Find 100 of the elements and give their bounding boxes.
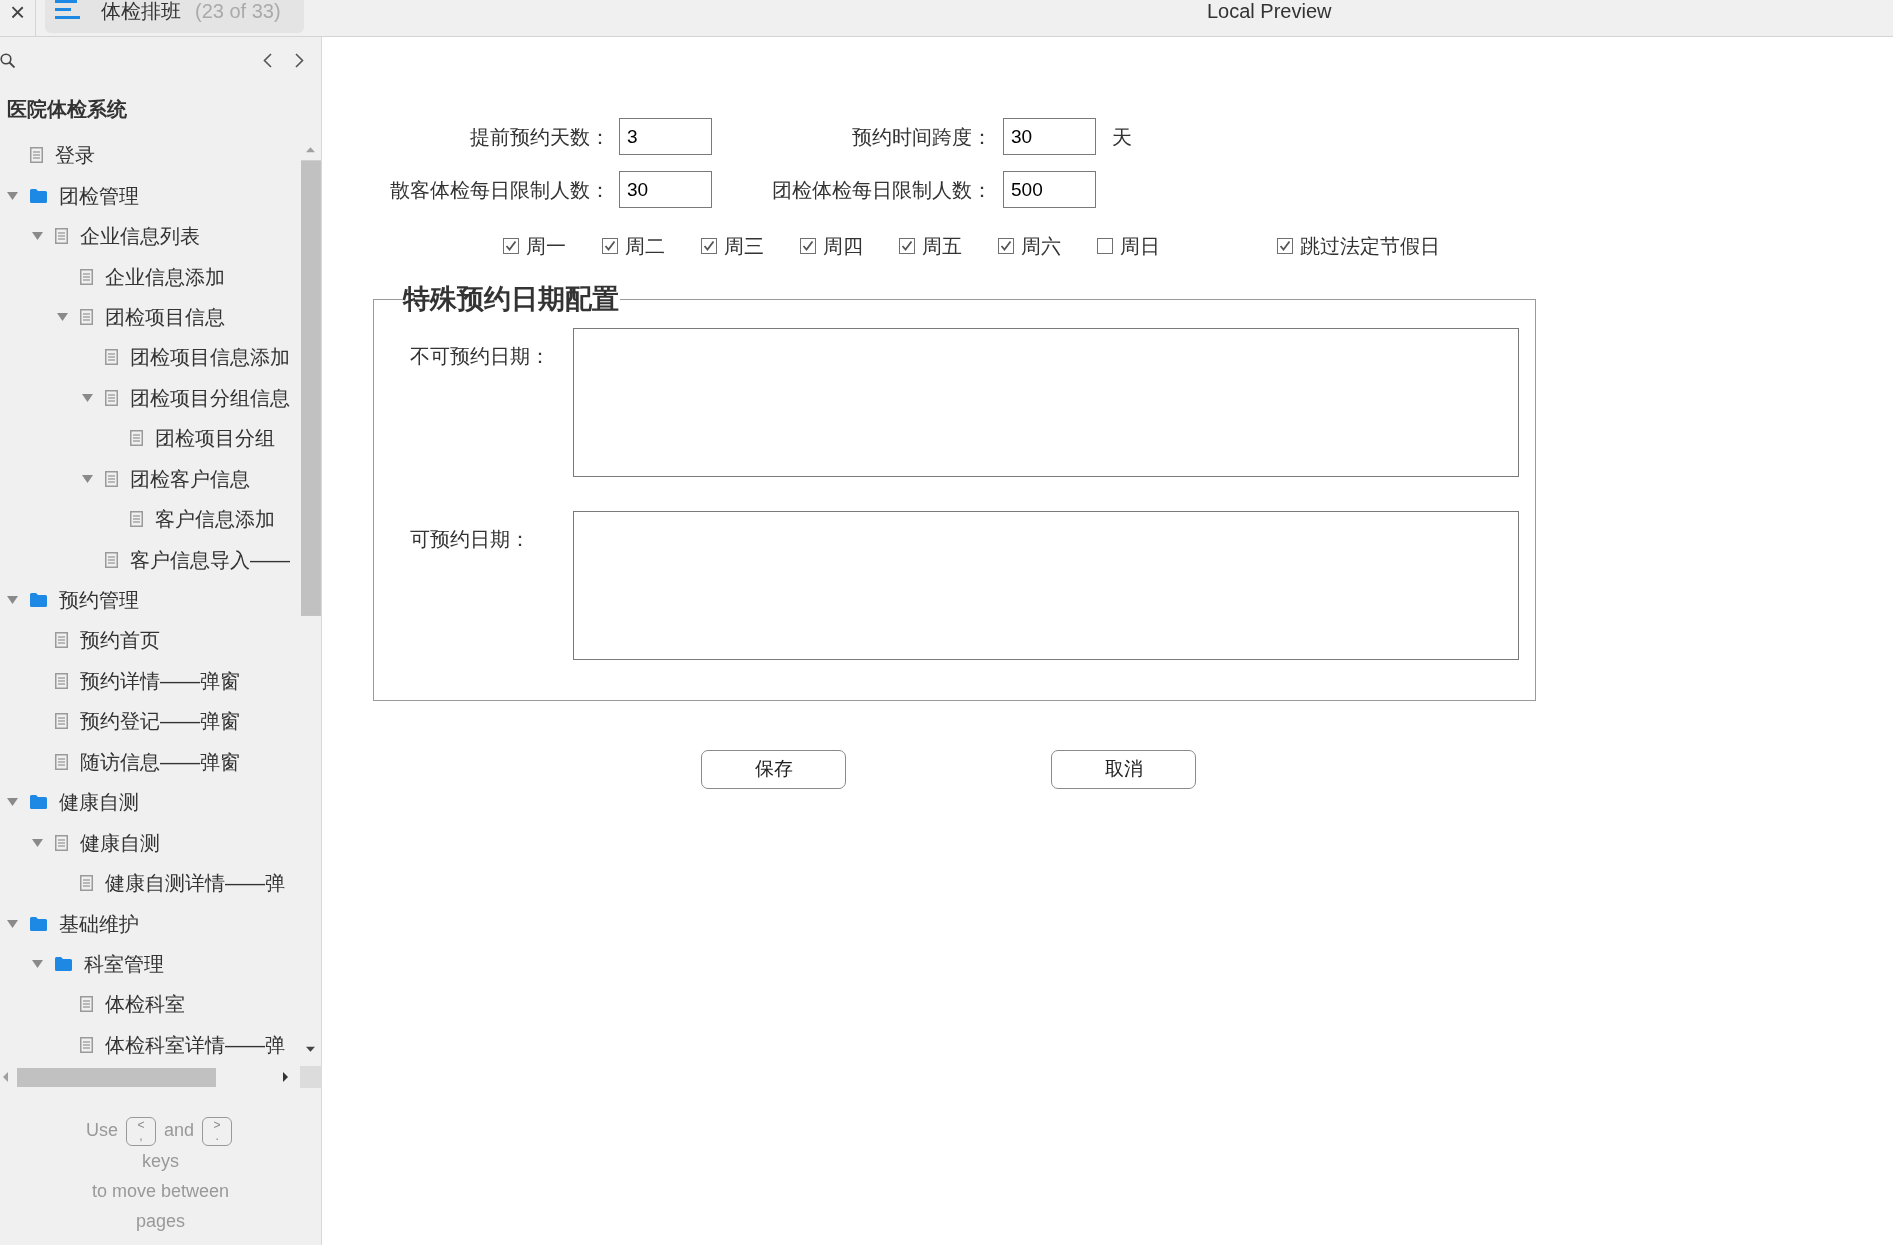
document-icon	[105, 470, 118, 487]
checkbox-label[interactable]: 周一	[526, 234, 566, 258]
input-field[interactable]: 3	[619, 118, 712, 155]
input-field[interactable]: 30	[1003, 118, 1096, 155]
checkbox[interactable]	[1277, 238, 1293, 254]
field-label: 提前预约天数：	[469, 124, 611, 149]
folder-link[interactable]: 科室管理	[84, 951, 164, 976]
caret-down-icon[interactable]	[7, 191, 18, 200]
checkbox-label[interactable]: 周日	[1120, 234, 1160, 258]
caret-down-icon[interactable]	[7, 798, 18, 807]
document-icon	[80, 268, 93, 285]
checkbox-label[interactable]: 跳过法定节假日	[1300, 234, 1440, 258]
folder-icon	[30, 795, 47, 810]
checkbox-label[interactable]: 周二	[625, 234, 665, 258]
page-title: 体检排班	[101, 0, 181, 22]
folder-icon	[55, 956, 72, 971]
caret-down-icon[interactable]	[82, 474, 93, 483]
hint-text: Use	[85, 1120, 118, 1140]
page-link[interactable]: 团检项目信息	[105, 304, 225, 329]
checkbox[interactable]	[1097, 238, 1113, 254]
page-link[interactable]: 体检科室详情——弹	[105, 1032, 285, 1057]
caret-down-icon[interactable]	[7, 596, 18, 605]
page-link[interactable]: 预约首页	[80, 628, 160, 653]
checkbox[interactable]	[800, 238, 816, 254]
page-link[interactable]: 随访信息——弹窗	[80, 749, 240, 774]
caret-down-icon[interactable]	[32, 959, 43, 968]
keycap: < ,	[125, 1116, 156, 1146]
document-icon	[130, 511, 143, 528]
menu-icon[interactable]	[55, 0, 80, 19]
document-icon	[80, 308, 93, 325]
document-icon	[30, 147, 43, 164]
page-link[interactable]: 体检科室	[105, 992, 185, 1017]
input-field[interactable]: 500	[1003, 171, 1096, 208]
caret-down-icon[interactable]	[32, 838, 43, 847]
project-title: 医院体检系统	[6, 97, 128, 122]
next-page-button[interactable]	[295, 52, 304, 68]
document-icon	[55, 672, 68, 689]
caret-down-icon[interactable]	[82, 393, 93, 402]
checkbox-label[interactable]: 周六	[1021, 234, 1061, 258]
checkbox[interactable]	[701, 238, 717, 254]
hint-text: and	[164, 1120, 195, 1140]
page-link[interactable]: 企业信息添加	[105, 264, 225, 289]
previous-page-button[interactable]	[263, 52, 272, 68]
document-icon	[55, 632, 68, 649]
checkbox[interactable]	[503, 238, 519, 254]
keycap: > .	[202, 1116, 233, 1146]
save-button[interactable]: 保存	[701, 750, 846, 789]
field-label: 可预约日期：	[410, 527, 531, 551]
page-link[interactable]: 客户信息添加	[155, 507, 275, 532]
page-link[interactable]: 客户信息导入——	[130, 547, 290, 572]
page-link[interactable]: 健康自测	[80, 830, 160, 855]
field-label: 散客体检每日限制人数：	[389, 177, 611, 202]
document-icon	[80, 1036, 93, 1053]
folder-link[interactable]: 团检管理	[59, 183, 139, 208]
page-link[interactable]: 企业信息列表	[80, 224, 200, 249]
document-icon	[80, 996, 93, 1013]
field-label: 预约时间跨度：	[851, 124, 993, 149]
close-button[interactable]: ×	[0, 0, 36, 36]
hint-text: keys	[142, 1150, 179, 1171]
folder-link[interactable]: 预约管理	[59, 588, 139, 613]
folder-icon	[30, 916, 47, 931]
checkbox[interactable]	[998, 238, 1014, 254]
page-link[interactable]: 团检项目信息添加	[130, 345, 290, 370]
document-icon	[55, 834, 68, 851]
page-link[interactable]: 团检项目分组	[155, 426, 275, 451]
caret-down-icon[interactable]	[57, 312, 68, 321]
page-link[interactable]: 预约详情——弹窗	[80, 668, 240, 693]
page-count: (23 of 33)	[195, 0, 281, 22]
page-link[interactable]: 健康自测详情——弹	[105, 871, 285, 896]
document-icon	[130, 430, 143, 447]
folder-icon	[30, 188, 47, 203]
document-icon	[55, 753, 68, 770]
page-tab[interactable]: 体检排班 (23 of 33)	[45, 0, 304, 33]
folder-link[interactable]: 基础维护	[59, 911, 139, 936]
search-icon[interactable]	[0, 52, 15, 68]
checkbox[interactable]	[899, 238, 915, 254]
checkbox-label[interactable]: 周四	[823, 234, 863, 258]
checkbox-label[interactable]: 周五	[922, 234, 962, 258]
document-icon	[80, 875, 93, 892]
page-link[interactable]: 登录	[55, 143, 95, 168]
page-link[interactable]: 团检客户信息	[130, 466, 250, 491]
checkbox-label[interactable]: 周三	[724, 234, 764, 258]
page-link[interactable]: 预约登记——弹窗	[80, 709, 240, 734]
folder-link[interactable]: 健康自测	[59, 790, 139, 815]
unit-label: 天	[1112, 124, 1132, 150]
input-field[interactable]: 30	[619, 171, 712, 208]
window-title: Local Preview	[1207, 0, 1332, 22]
chevron-left-icon	[263, 52, 272, 68]
checkbox[interactable]	[602, 238, 618, 254]
field-label: 不可预约日期：	[410, 344, 551, 368]
document-icon	[105, 389, 118, 406]
document-icon	[55, 228, 68, 245]
page-link[interactable]: 团检项目分组信息	[130, 385, 290, 410]
folder-icon	[30, 593, 47, 608]
caret-down-icon[interactable]	[7, 919, 18, 928]
cancel-button[interactable]: 取消	[1051, 750, 1196, 789]
document-icon	[105, 349, 118, 366]
section-title: 特殊预约日期配置	[402, 284, 620, 314]
hint-text: to move between pages	[91, 1180, 230, 1231]
caret-down-icon[interactable]	[32, 232, 43, 241]
